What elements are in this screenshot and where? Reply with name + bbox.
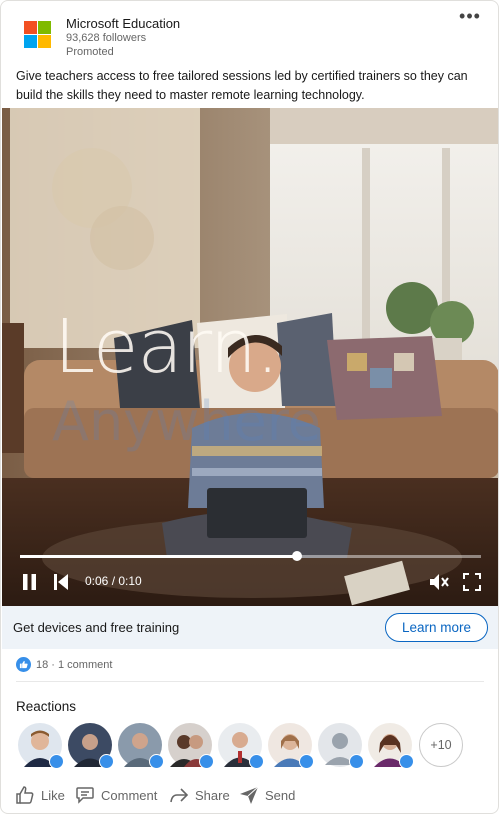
post-text: Give teachers access to free tailored se…: [16, 69, 468, 102]
video-overlay-subtext: Anywhere: [52, 390, 321, 453]
reaction-comment-count[interactable]: 18 · 1 comment: [36, 659, 112, 671]
fullscreen-icon[interactable]: [462, 572, 482, 592]
cta-bar: Get devices and free training Learn more: [2, 606, 498, 649]
more-options-icon[interactable]: •••: [456, 7, 484, 29]
video-overlay-text: Learn.: [54, 304, 279, 390]
video-player[interactable]: Learn. Anywhere 0:06 / 0:10: [2, 108, 498, 606]
like-button[interactable]: Like: [15, 783, 65, 807]
avatar[interactable]: [18, 723, 64, 769]
promoted-label: Promoted: [66, 46, 114, 58]
video-time: 0:06 / 0:10: [85, 574, 142, 588]
cta-headline[interactable]: Get devices and free training: [13, 620, 179, 635]
mute-icon[interactable]: [428, 572, 450, 592]
divider: [16, 681, 484, 682]
avatar[interactable]: [118, 723, 164, 769]
learn-more-button[interactable]: Learn more: [385, 613, 488, 642]
action-bar: Like Comment Share Send: [1, 779, 498, 809]
avatar[interactable]: [218, 723, 264, 769]
reactions-heading: Reactions: [16, 699, 77, 714]
microsoft-logo-icon[interactable]: [24, 21, 51, 48]
more-reactors-button[interactable]: +10: [419, 723, 463, 767]
avatar[interactable]: [368, 723, 414, 769]
avatar[interactable]: [168, 723, 214, 769]
video-progress-handle[interactable]: [291, 551, 302, 561]
comment-icon: [76, 787, 94, 804]
video-progress-bar[interactable]: [20, 551, 481, 561]
avatar[interactable]: [68, 723, 114, 769]
thumbs-up-icon: [16, 786, 34, 804]
avatar[interactable]: [318, 723, 364, 769]
send-label: Send: [265, 787, 296, 803]
pause-icon[interactable]: [20, 572, 40, 592]
comment-label: Comment: [101, 787, 158, 803]
company-name[interactable]: Microsoft Education: [66, 16, 180, 31]
feed-post-card: Microsoft Education 93,628 followers Pro…: [0, 0, 499, 814]
share-button[interactable]: Share: [169, 783, 230, 807]
like-reaction-icon: [16, 657, 31, 672]
share-icon: [170, 788, 189, 803]
follower-count: 93,628 followers: [66, 32, 147, 44]
avatar[interactable]: [268, 723, 314, 769]
replay-icon[interactable]: [52, 572, 70, 592]
send-button[interactable]: Send: [239, 783, 295, 807]
like-label: Like: [41, 787, 65, 803]
video-progress-fill: [20, 555, 297, 558]
post-header: Microsoft Education 93,628 followers Pro…: [1, 1, 498, 63]
comment-button[interactable]: Comment: [75, 783, 157, 807]
share-label: Share: [195, 787, 230, 803]
send-icon: [240, 786, 259, 804]
